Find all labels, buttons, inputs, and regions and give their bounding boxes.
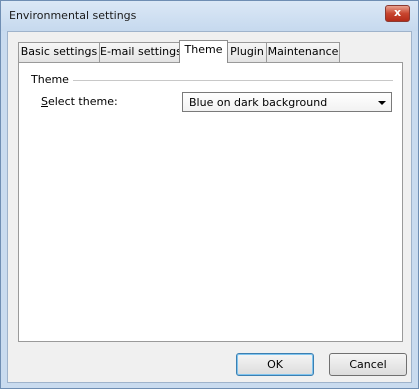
select-theme-label: Select theme: xyxy=(41,95,118,108)
theme-group-label: Theme xyxy=(31,73,69,86)
chevron-down-icon[interactable] xyxy=(378,101,386,105)
group-divider xyxy=(73,80,393,81)
tab-email-settings[interactable]: E-mail settings xyxy=(99,42,182,62)
tab-theme[interactable]: Theme xyxy=(179,40,228,63)
tab-basic-settings[interactable]: Basic settings xyxy=(18,42,100,62)
dialog-client-area: Basic settings E-mail settings Theme Plu… xyxy=(7,31,412,383)
settings-window: Environmental settings x Basic settings … xyxy=(0,0,419,389)
theme-tab-panel: Theme Select theme: Blue on dark backgro… xyxy=(18,62,403,342)
select-theme-label-text: elect theme: xyxy=(47,95,118,108)
select-theme-accelerator: S xyxy=(41,95,48,108)
theme-select-value: Blue on dark background xyxy=(189,96,328,109)
cancel-button[interactable]: Cancel xyxy=(329,353,407,376)
ok-button[interactable]: OK xyxy=(236,353,314,376)
theme-select[interactable]: Blue on dark background xyxy=(182,92,392,112)
tab-plugin[interactable]: Plugin xyxy=(227,42,267,62)
title-bar[interactable]: Environmental settings x xyxy=(1,1,418,31)
close-icon: x xyxy=(393,6,402,19)
tab-maintenance[interactable]: Maintenance xyxy=(266,42,340,62)
window-title: Environmental settings xyxy=(9,9,137,22)
close-button[interactable]: x xyxy=(385,5,410,22)
